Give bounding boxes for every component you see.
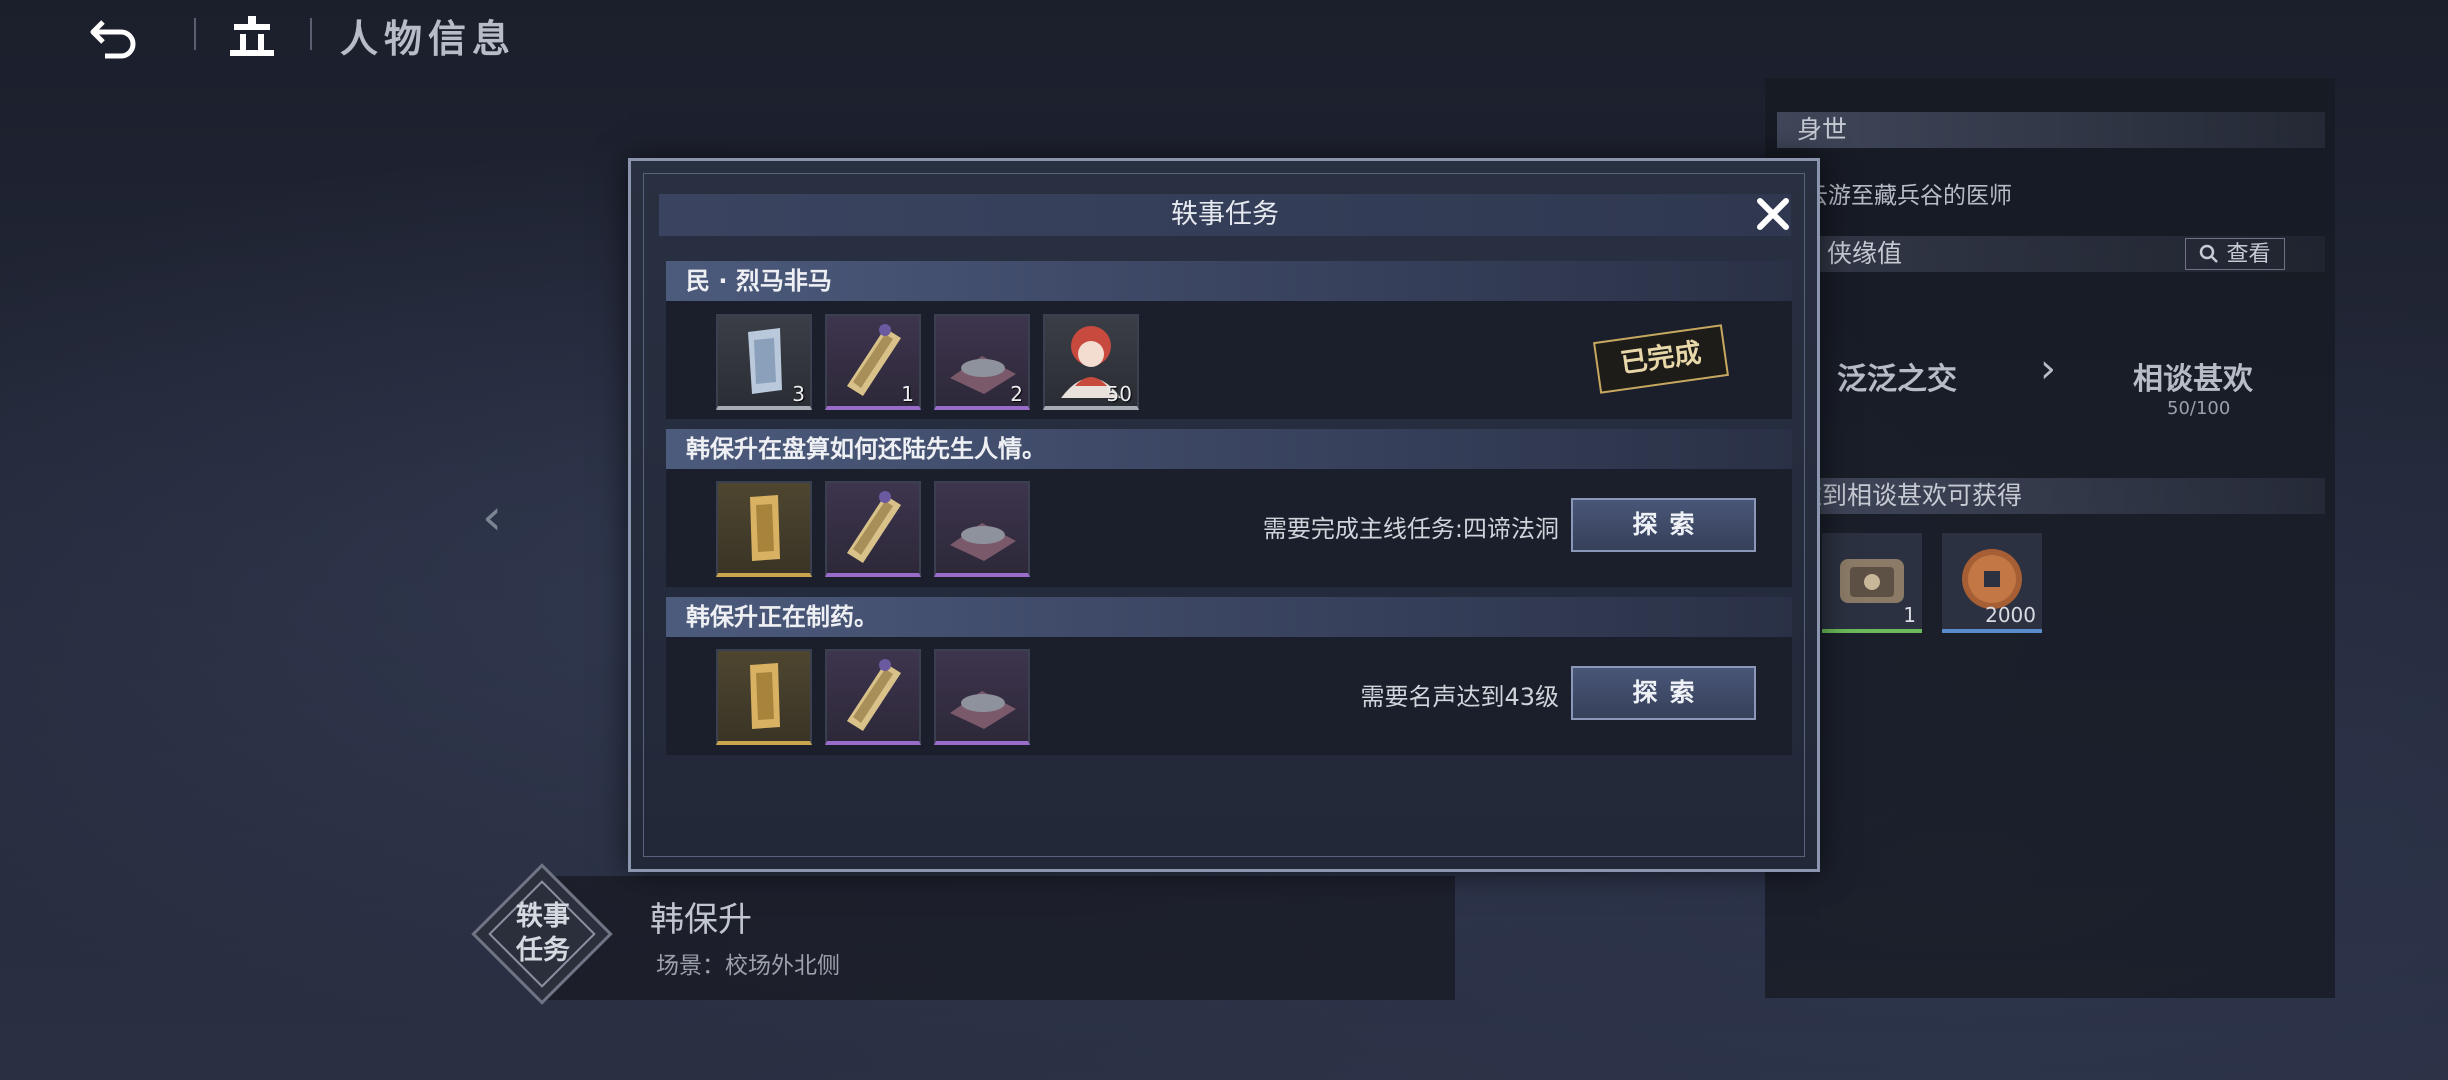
npc-scene: 场景：校场外北侧 (656, 953, 840, 979)
ore-powder-icon (950, 691, 1016, 729)
close-icon[interactable] (1748, 189, 1798, 239)
origin-text: 云游至藏兵谷的医师 (1805, 183, 2012, 209)
reward-qty: 2 (1010, 382, 1023, 406)
reward-item[interactable]: 50 (1043, 314, 1139, 410)
view-label: 查看 (2226, 242, 2271, 267)
character-info-panel: 身世 云游至藏兵谷的医师 侠缘值 查看 泛泛之交 › 相谈甚欢 50/100 达… (1765, 78, 2335, 998)
back-icon[interactable] (85, 8, 145, 62)
badge-line-1: 轶事 (516, 901, 570, 932)
completed-stamp: 已完成 (1593, 324, 1729, 394)
ore-powder-icon (950, 523, 1016, 561)
reward-item[interactable] (825, 649, 921, 745)
view-button[interactable]: 查看 (2185, 238, 2285, 270)
quest-header: 韩保升在盘算如何还陆先生人情。 (666, 429, 1792, 469)
top-bar: 人物信息 (0, 0, 700, 70)
reward-qty: 3 (792, 382, 805, 406)
chevron-right-icon: › (2040, 346, 2056, 392)
reward-item[interactable] (934, 649, 1030, 745)
reward-item[interactable] (825, 481, 921, 577)
quest-body: 需要名声达到43级 探索 (666, 637, 1792, 755)
affinity-label: 侠缘值 (1826, 239, 1902, 268)
quest-header: 韩保升正在制药。 (666, 597, 1792, 637)
explore-button[interactable]: 探索 (1571, 666, 1756, 720)
next-rank: 相谈甚欢 (2133, 362, 2253, 397)
badge-label: 轶事 任务 (478, 900, 608, 968)
divider (310, 18, 312, 50)
quest-title: 韩保升正在制药。 (686, 603, 878, 631)
badge-line-2: 任务 (516, 935, 570, 966)
home-icon[interactable] (222, 10, 282, 60)
dialog-title: 轶事任务 (1171, 199, 1279, 230)
rank-progress: 50/100 (2167, 398, 2231, 419)
reward-qty: 2000 (1985, 603, 2036, 627)
divider (194, 18, 196, 50)
page-title: 人物信息 (340, 16, 517, 61)
quest-header: 民 · 烈马非马 (666, 261, 1792, 301)
reward-qty: 1 (1903, 603, 1916, 627)
reward-item[interactable]: 1 (1822, 533, 1922, 633)
search-icon (2199, 242, 2226, 267)
anecdote-quest-badge[interactable]: 轶事 任务 (471, 863, 613, 1005)
quest-requirement: 需要名声达到43级 (1360, 683, 1559, 711)
explore-button[interactable]: 探索 (1571, 498, 1756, 552)
reward-item[interactable] (716, 649, 812, 745)
reward-item[interactable]: 3 (716, 314, 812, 410)
origin-section-header: 身世 (1777, 112, 2325, 148)
current-rank: 泛泛之交 (1837, 362, 1957, 397)
gold-token-icon (750, 495, 780, 561)
anecdote-quest-dialog: 轶事任务 民 · 烈马非马 3 1 2 50 已完成 韩保升在盘算如何还陆先生人… (628, 158, 1820, 872)
reward-item[interactable] (716, 481, 812, 577)
scroll-book-icon (847, 659, 901, 731)
quest-title: 韩保升在盘算如何还陆先生人情。 (686, 435, 1046, 463)
reward-item[interactable] (934, 481, 1030, 577)
reward-item[interactable]: 2 (934, 314, 1030, 410)
quest-title: 民 · 烈马非马 (686, 267, 832, 295)
reward-qty: 1 (901, 382, 914, 406)
dialog-title-bar: 轶事任务 (659, 194, 1791, 236)
reward-section-header: 达到相谈甚欢可获得 (1777, 478, 2325, 514)
gold-token-icon (750, 663, 780, 729)
quest-requirement: 需要完成主线任务:四谛法洞 (1262, 515, 1559, 543)
scroll-book-icon (847, 491, 901, 563)
reward-item[interactable]: 2000 (1942, 533, 2042, 633)
quest-body: 需要完成主线任务:四谛法洞 探索 (666, 469, 1792, 587)
reward-item[interactable]: 1 (825, 314, 921, 410)
npc-name: 韩保升 (650, 900, 752, 940)
chevron-left-icon[interactable]: ‹ (482, 488, 502, 546)
quest-body: 3 1 2 50 已完成 (666, 301, 1792, 419)
reward-qty: 50 (1106, 382, 1132, 406)
